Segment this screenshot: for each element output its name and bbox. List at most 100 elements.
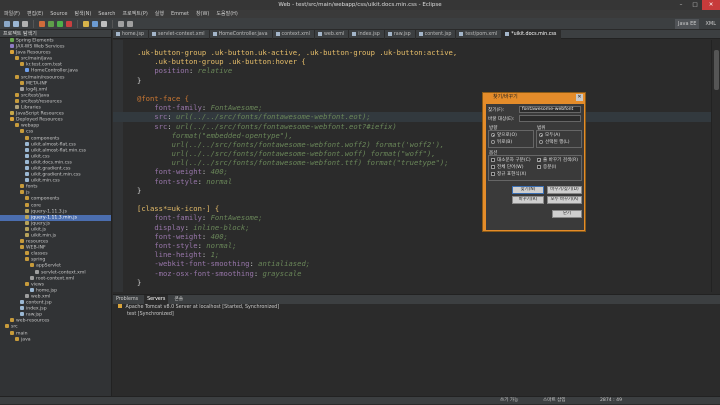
- tree-item[interactable]: java: [0, 336, 111, 343]
- server-icon[interactable]: [39, 20, 45, 27]
- replace-button[interactable]: 바꾸기(R): [512, 196, 544, 204]
- server-icon: [118, 304, 122, 308]
- forward-icon[interactable]: [127, 20, 133, 27]
- whole-word-checkbox[interactable]: [491, 165, 495, 169]
- editor-scrollbar[interactable]: [711, 40, 720, 292]
- tree-item-icon: [20, 239, 24, 244]
- save-icon[interactable]: [13, 20, 19, 27]
- replace-all-button[interactable]: 모두 바꾸기(A): [547, 196, 582, 204]
- file-icon: [418, 31, 423, 36]
- new-icon[interactable]: [4, 20, 10, 27]
- tree-item-icon: [30, 287, 34, 292]
- case-sensitive-checkbox[interactable]: [491, 158, 495, 162]
- close-icon[interactable]: ✕: [576, 94, 583, 101]
- menu-emmet[interactable]: Emmet: [171, 10, 189, 18]
- tab-problems[interactable]: Problems: [116, 295, 138, 304]
- editor-tab[interactable]: home.jsp: [113, 30, 150, 39]
- scope-all-radio[interactable]: [539, 133, 543, 137]
- minimize-icon[interactable]: –: [674, 0, 688, 10]
- direction-forward-label: 앞으로(O): [497, 133, 517, 138]
- menu-window[interactable]: 창(W): [196, 10, 209, 18]
- tree-item-icon: [30, 275, 34, 280]
- run-icon[interactable]: [57, 20, 63, 27]
- menu-help[interactable]: 도움말(H): [216, 10, 237, 18]
- tree-item-icon: [25, 281, 29, 286]
- stop-icon[interactable]: [66, 20, 72, 27]
- menu-edit[interactable]: 편집(E): [27, 10, 43, 18]
- tree-item-label: components: [31, 196, 60, 202]
- tree-item-label: css: [26, 129, 34, 135]
- print-icon[interactable]: [22, 20, 28, 27]
- code-line: font-weight: 400;: [154, 167, 228, 177]
- new-package-icon[interactable]: [83, 20, 89, 27]
- editor-tab[interactable]: content.jsp: [416, 30, 457, 39]
- menu-file[interactable]: 파일(F): [4, 10, 20, 18]
- tree-item-label: uikit.js: [31, 227, 47, 233]
- file-icon: [352, 31, 357, 36]
- tree-item-label: index.jsp: [26, 306, 47, 312]
- close-icon[interactable]: ✕: [702, 0, 720, 10]
- perspective-switcher: Java EE XML: [674, 19, 716, 29]
- menu-navigate[interactable]: 탐색(N): [74, 10, 91, 18]
- code-editor[interactable]: .uk-button-group .uk-button.uk-active, .…: [113, 40, 711, 292]
- tree-item-icon: [25, 293, 29, 298]
- find-button[interactable]: 찾기(N): [512, 186, 544, 194]
- tree-item-icon: [20, 300, 24, 305]
- debug-icon[interactable]: [48, 20, 54, 27]
- tree-item-label: jquery-1.11.3.min.js: [31, 215, 77, 221]
- tree-item-label: src/main/java: [21, 56, 52, 62]
- editor-tab[interactable]: context.xml: [273, 30, 315, 39]
- find-input[interactable]: fontawesome-webfont: [519, 106, 581, 113]
- menu-run[interactable]: 실행: [155, 10, 164, 18]
- search-icon[interactable]: [101, 20, 107, 27]
- back-icon[interactable]: [118, 20, 124, 27]
- tab-console[interactable]: 콘솔: [174, 295, 183, 304]
- tree-item-icon: [25, 257, 29, 262]
- editor-tab[interactable]: web.xml: [315, 30, 350, 39]
- tree-item-label: src/test/resources: [21, 99, 62, 105]
- tab-servers[interactable]: Servers: [144, 295, 169, 304]
- editor-tab-label: test/pom.xml: [465, 32, 498, 37]
- menu-search[interactable]: Search: [98, 10, 115, 18]
- code-line: display: inline-block;: [154, 222, 250, 232]
- perspective-xml[interactable]: XML: [705, 19, 716, 29]
- menu-source[interactable]: Source: [50, 10, 67, 18]
- editor-tab[interactable]: index.jsp: [349, 30, 385, 39]
- find-label: 찾기(F):: [488, 108, 505, 113]
- toolbar-divider: [112, 19, 113, 28]
- direction-backward-radio[interactable]: [491, 140, 495, 144]
- tree-item-label: Java Resources: [16, 50, 51, 56]
- editor-tab-label: HomeController.java: [218, 32, 268, 37]
- code-area[interactable]: .uk-button-group .uk-button.uk-active, .…: [113, 48, 711, 287]
- tree-item-icon: [20, 245, 24, 250]
- wrap-search-checkbox[interactable]: ✓: [537, 158, 541, 163]
- editor-tab[interactable]: test/pom.xml: [456, 30, 503, 39]
- editor-ruler: [113, 40, 123, 292]
- incremental-checkbox[interactable]: [537, 165, 541, 169]
- menu-project[interactable]: 프로젝트(P): [122, 10, 147, 18]
- regex-checkbox[interactable]: [491, 172, 495, 176]
- dialog-titlebar[interactable]: 찾기/바꾸기 ✕: [483, 93, 585, 102]
- editor-tab[interactable]: *uikit.docs.min.css: [502, 30, 562, 39]
- perspective-java-ee[interactable]: Java EE: [674, 19, 700, 29]
- toolbar-divider: [77, 19, 78, 28]
- tree-item-icon: [20, 86, 24, 91]
- close-button[interactable]: 닫기: [552, 210, 582, 218]
- new-class-icon[interactable]: [92, 20, 98, 27]
- maximize-icon[interactable]: □: [688, 0, 702, 10]
- editor-tab[interactable]: HomeController.java: [210, 30, 273, 39]
- replace-find-button[interactable]: 바꾸기/찾기(D): [547, 186, 582, 194]
- server-module[interactable]: test [Synchronized]: [113, 311, 720, 318]
- server-entry[interactable]: Apache Tomcat v8.0 Server at localhost […: [113, 304, 720, 311]
- scrollbar-thumb[interactable]: [714, 50, 719, 90]
- editor-tab[interactable]: raw.jsp: [385, 30, 416, 39]
- tree-item-icon: [25, 226, 29, 231]
- scope-selected-radio[interactable]: [539, 140, 543, 144]
- editor-tab[interactable]: servlet-context.xml: [149, 30, 210, 39]
- code-line: src: url(../../src/fonts/fontawesome-web…: [113, 112, 711, 122]
- tree-item-icon: [25, 202, 29, 207]
- direction-forward-radio[interactable]: [491, 133, 495, 137]
- tree-item-icon: [10, 111, 14, 116]
- tree-item-label: Spring Elements: [16, 38, 54, 44]
- replace-input[interactable]: [519, 115, 581, 122]
